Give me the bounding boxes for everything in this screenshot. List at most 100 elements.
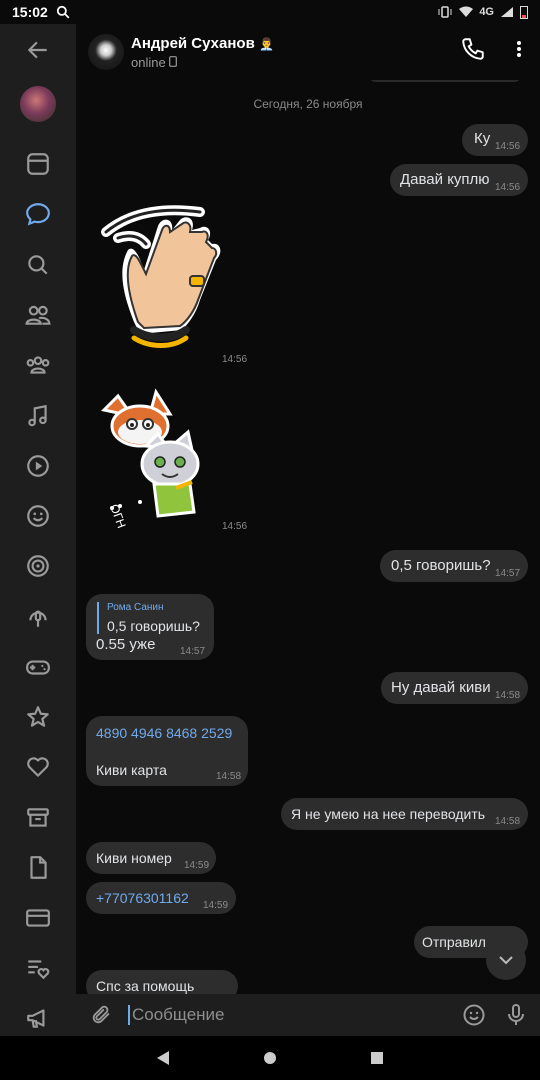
scroll-down-button[interactable]: [486, 940, 526, 980]
profile-avatar[interactable]: [20, 86, 56, 122]
message-text: Давай куплю: [400, 171, 490, 188]
sidebar-item-friends[interactable]: [0, 295, 76, 335]
sticker-cats[interactable]: ОГНАЙ...: [96, 388, 226, 555]
sidebar-item-ads[interactable]: [0, 998, 76, 1038]
back-arrow-icon: [27, 41, 47, 59]
nav-recents-icon[interactable]: [370, 1051, 384, 1065]
message-time: 14:57: [180, 646, 206, 657]
sidebar-item-messages[interactable]: [0, 194, 76, 234]
card-icon: [26, 909, 50, 927]
message-incoming[interactable]: 4890 4946 8468 2529 Киви карта 14:58: [86, 716, 248, 786]
nav-home-icon[interactable]: [263, 1051, 277, 1065]
message-outgoing[interactable]: Ну давай киви 14:58: [381, 672, 528, 704]
message-text: Киви номер: [96, 850, 172, 866]
sidebar-item-feed[interactable]: [0, 144, 76, 184]
svg-text:ОГНАЙ...: ОГНАЙ...: [107, 502, 139, 528]
message-time: 14:59: [203, 900, 229, 911]
phone-icon[interactable]: [460, 36, 486, 62]
back-button[interactable]: [0, 30, 76, 70]
video-icon: [27, 455, 49, 477]
reply-text: 0,5 говоришь?: [107, 618, 200, 634]
sidebar-item-stories[interactable]: [0, 546, 76, 586]
message-incoming-reply[interactable]: Рома Санин 0,5 говоришь? 0.55 уже 14:57: [86, 594, 214, 660]
mobile-icon: [169, 55, 178, 67]
system-nav-bar: [0, 1036, 540, 1080]
search-icon: [28, 255, 48, 275]
status-bar: 15:02 4G: [0, 0, 540, 24]
wifi-icon: [459, 6, 474, 17]
emoji-icon[interactable]: [462, 1003, 486, 1027]
message-outgoing[interactable]: Давай куплю 14:56: [390, 164, 528, 196]
message-incoming[interactable]: Киви номер 14:59: [86, 842, 216, 874]
microphone-icon[interactable]: [504, 1003, 528, 1027]
message-outgoing[interactable]: Ку 14:56: [462, 124, 528, 156]
messages-icon: [26, 203, 50, 226]
attach-icon[interactable]: [90, 1004, 112, 1026]
sidebar-item-music[interactable]: [0, 396, 76, 436]
contact-info[interactable]: Андрей Суханов 👨‍💼 online: [131, 35, 274, 70]
phone-number-link[interactable]: +77076301162: [96, 890, 189, 906]
contact-status: online: [131, 55, 274, 70]
sidebar-item-podcasts[interactable]: [0, 597, 76, 637]
search-status-icon: [56, 5, 70, 19]
previous-message-edge: [368, 80, 522, 82]
cats-icon: ОГНАЙ...: [100, 388, 200, 555]
message-input[interactable]: Сообщение: [128, 1005, 225, 1025]
sidebar-item-documents[interactable]: [0, 848, 76, 888]
message-outgoing[interactable]: Я не умею на нее переводить 14:58: [281, 798, 528, 830]
contact-name: Андрей Суханов 👨‍💼: [131, 34, 274, 52]
message-outgoing[interactable]: 0,5 говоришь? 14:57: [380, 550, 528, 582]
reply-author: Рома Санин: [107, 602, 164, 613]
message-incoming[interactable]: +77076301162 14:59: [86, 882, 236, 914]
chat-header: Андрей Суханов 👨‍💼 online: [76, 24, 540, 80]
sidebar-item-payments[interactable]: [0, 898, 76, 938]
message-text: Я не умею на нее переводить: [291, 806, 486, 822]
signal-icon: [501, 7, 513, 17]
star-icon: [27, 706, 49, 727]
nav-back-icon[interactable]: [156, 1050, 170, 1066]
message-time: 14:58: [495, 816, 521, 827]
message-list[interactable]: Сегодня, 26 ноября Ку 14:56 Давай куплю …: [76, 80, 540, 994]
chevron-down-icon: [499, 956, 513, 965]
message-text: 0,5 говоришь?: [391, 557, 491, 574]
sidebar-item-wishlist[interactable]: [0, 948, 76, 988]
message-text: Отправил: [422, 934, 486, 950]
message-time: 14:58: [216, 771, 242, 782]
sticker-waving-hand[interactable]: [100, 204, 240, 364]
communities-icon: [26, 356, 50, 374]
message-text: Ку: [474, 130, 491, 147]
heart-icon: [27, 757, 49, 777]
smile-icon: [27, 505, 49, 527]
sidebar-item-games[interactable]: [0, 496, 76, 536]
more-icon[interactable]: [512, 36, 526, 62]
sticker-time: 14:56: [222, 521, 248, 532]
vibrate-icon: [438, 6, 452, 18]
composer: Сообщение: [76, 994, 540, 1036]
card-number-link[interactable]: 4890 4946 8468 2529: [96, 725, 232, 741]
message-time: 14:59: [184, 860, 210, 871]
contact-avatar[interactable]: [88, 34, 124, 70]
sidebar-item-video[interactable]: [0, 446, 76, 486]
message-time: 14:57: [495, 568, 521, 579]
sidebar-item-apps[interactable]: [0, 647, 76, 687]
sidebar: [0, 24, 76, 1036]
archive-icon: [27, 808, 49, 827]
document-icon: [30, 856, 47, 879]
sidebar-item-communities[interactable]: [0, 345, 76, 385]
status-time: 15:02: [12, 4, 48, 20]
date-separator: Сегодня, 26 ноября: [253, 97, 363, 111]
music-icon: [28, 404, 47, 427]
sidebar-item-likes[interactable]: [0, 747, 76, 787]
battery-icon: [520, 6, 528, 19]
message-incoming[interactable]: Спс за помощь: [86, 970, 238, 994]
message-time: 14:56: [495, 182, 521, 193]
sidebar-item-search[interactable]: [0, 245, 76, 285]
sidebar-item-archive[interactable]: [0, 798, 76, 838]
newsfeed-icon: [27, 153, 49, 175]
friends-icon: [25, 305, 51, 325]
message-text: Киви карта: [96, 762, 167, 778]
message-text: Спс за помощь: [96, 978, 195, 994]
list-heart-icon: [28, 960, 50, 980]
sidebar-item-favorites[interactable]: [0, 697, 76, 737]
gamepad-icon: [26, 660, 50, 675]
